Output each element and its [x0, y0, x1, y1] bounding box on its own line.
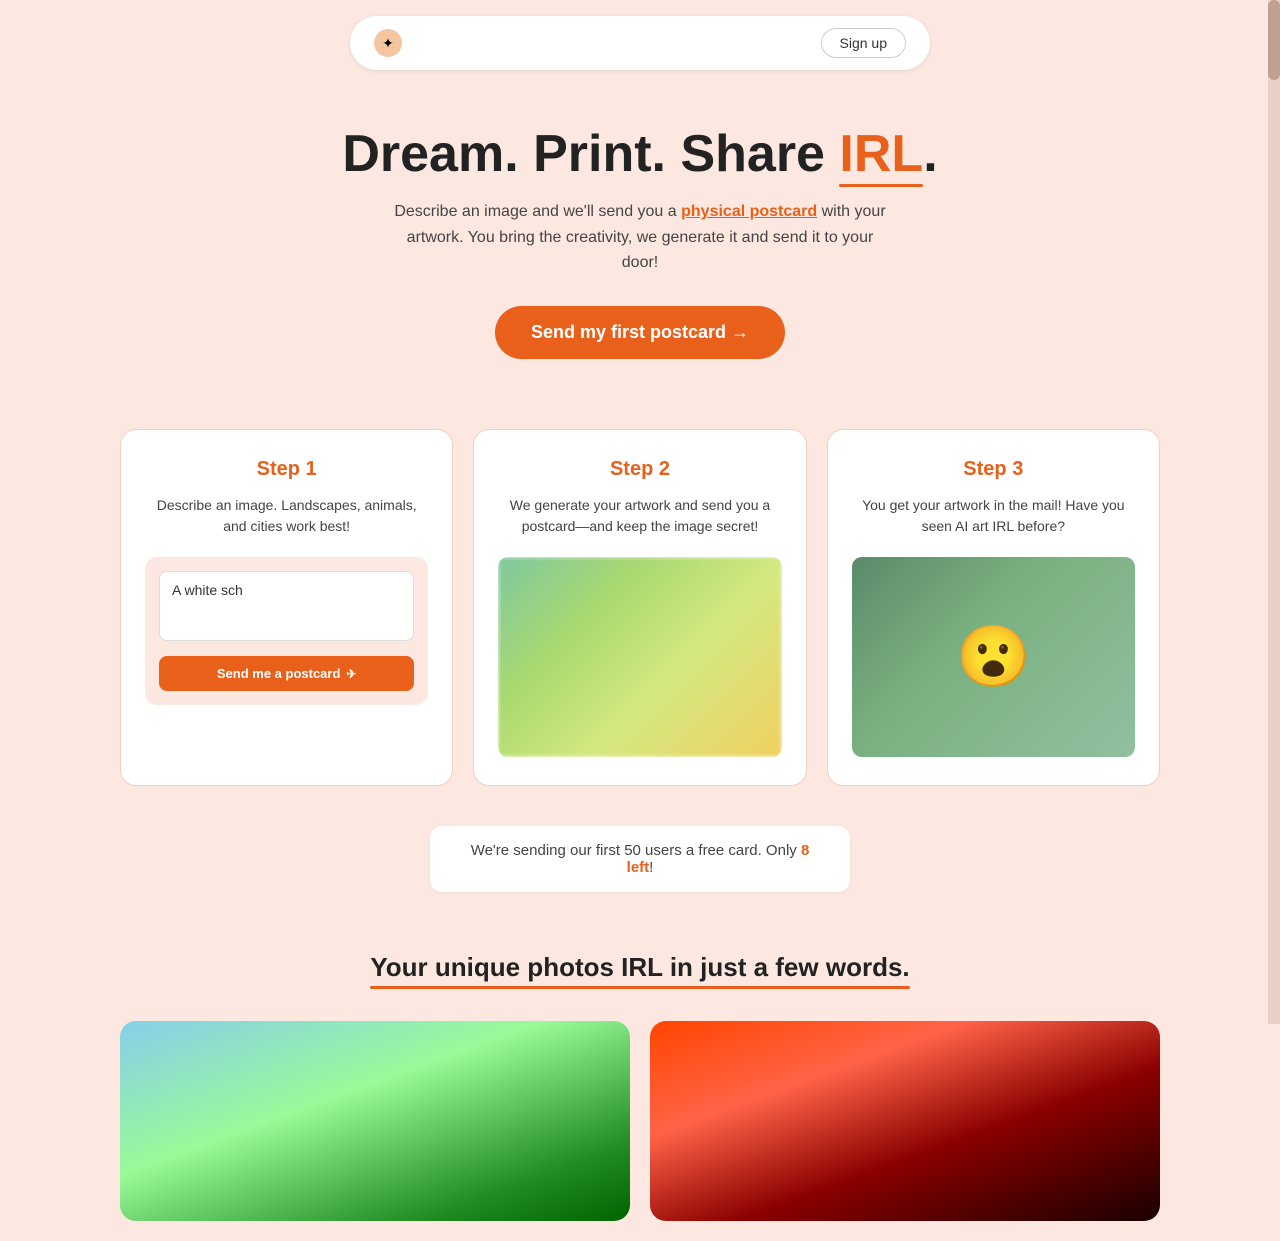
navbar: ✦ Sign up	[350, 16, 930, 70]
subtitle-part1: Describe an image and we'll send you a	[394, 203, 681, 220]
step-1-textarea[interactable]: A white sch	[159, 571, 414, 641]
scrollbar-thumb[interactable]	[1268, 0, 1280, 80]
gallery-row	[120, 1021, 1160, 1221]
scrollbar[interactable]	[1268, 0, 1280, 1024]
hero-title-period: .	[923, 125, 937, 183]
step-3-card: Step 3 You get your artwork in the mail!…	[827, 429, 1160, 786]
bottom-section: Your unique photos IRL in just a few wor…	[100, 932, 1180, 1241]
signup-button[interactable]: Sign up	[821, 28, 906, 58]
promo-text-after: !	[649, 859, 653, 876]
promo-box: We're sending our first 50 users a free …	[430, 826, 850, 892]
send-icon	[346, 666, 356, 681]
hero-section: Dream. Print. Share IRL. Describe an ima…	[0, 86, 1280, 389]
step-3-desc: You get your artwork in the mail! Have y…	[852, 495, 1135, 537]
step-2-title: Step 2	[498, 458, 781, 481]
gallery-item-2	[650, 1021, 1160, 1221]
logo: ✦	[374, 29, 402, 57]
step-2-card: Step 2 We generate your artwork and send…	[473, 429, 806, 786]
step-1-form: A white sch Send me a postcard	[145, 557, 428, 705]
step-3-image	[852, 557, 1135, 757]
bottom-title: Your unique photos IRL in just a few wor…	[370, 952, 909, 983]
step-1-send-button[interactable]: Send me a postcard	[159, 656, 414, 691]
hero-title-irl: IRL	[839, 126, 923, 183]
cta-button[interactable]: Send my first postcard →	[495, 306, 785, 359]
promo-text-before: We're sending our first 50 users a free …	[471, 842, 801, 859]
step-1-title: Step 1	[145, 458, 428, 481]
step-1-card: Step 1 Describe an image. Landscapes, an…	[120, 429, 453, 786]
step-3-decoration	[852, 557, 1135, 757]
send-btn-label: Send me a postcard	[217, 666, 341, 681]
steps-container: Step 1 Describe an image. Landscapes, an…	[100, 429, 1180, 786]
bottom-title-wrapper: Your unique photos IRL in just a few wor…	[120, 952, 1160, 991]
step-3-title: Step 3	[852, 458, 1135, 481]
step-2-desc: We generate your artwork and send you a …	[498, 495, 781, 537]
step-2-image	[498, 557, 781, 757]
physical-postcard-link[interactable]: physical postcard	[681, 203, 817, 220]
promo-banner: We're sending our first 50 users a free …	[430, 826, 850, 892]
gallery-item-1	[120, 1021, 630, 1221]
hero-subtitle: Describe an image and we'll send you a p…	[390, 199, 890, 276]
hero-title: Dream. Print. Share IRL.	[20, 126, 1260, 183]
step-2-artwork	[498, 557, 781, 757]
logo-icon: ✦	[374, 29, 402, 57]
hero-title-part1: Dream. Print. Share	[342, 125, 839, 183]
step-1-desc: Describe an image. Landscapes, animals, …	[145, 495, 428, 537]
